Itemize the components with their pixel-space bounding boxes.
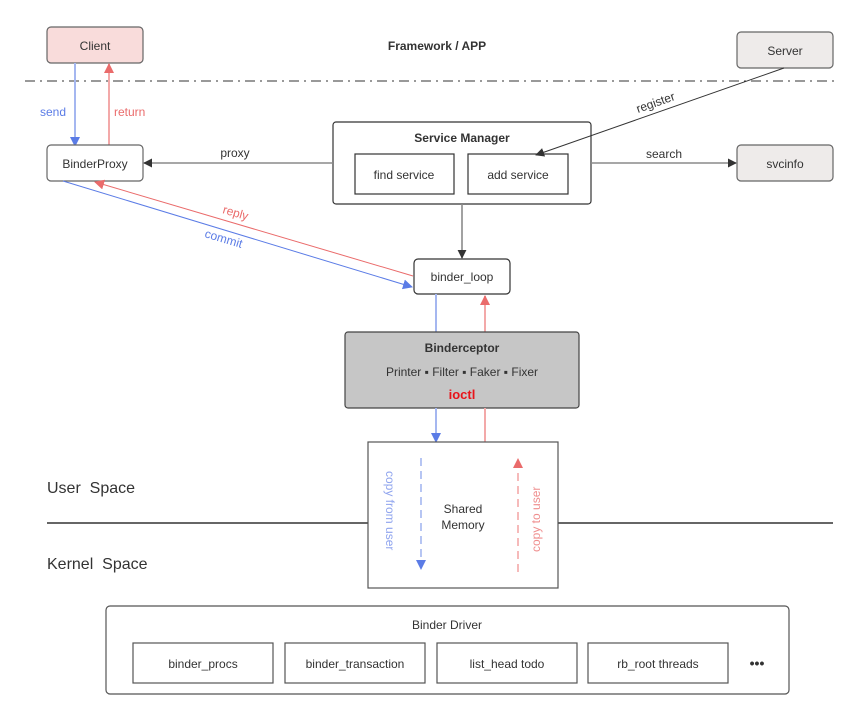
copy-to-user-label: copy to user bbox=[529, 487, 543, 552]
svcinfo-node[interactable]: svcinfo bbox=[736, 144, 834, 182]
binder-proxy-label: BinderProxy bbox=[62, 157, 127, 171]
binder-architecture-diagram: Framework / APP Client Server send retur… bbox=[25, 26, 835, 695]
binder-loop-label: binder_loop bbox=[431, 270, 494, 284]
binder-proxy-node[interactable]: BinderProxy bbox=[46, 144, 144, 182]
kernel-space-label: Kernel Space bbox=[47, 556, 148, 573]
copy-from-user-label: copy from user bbox=[383, 471, 397, 550]
driver-item-binder-procs[interactable]: binder_procs bbox=[132, 642, 274, 684]
user-space-label: User Space bbox=[47, 480, 135, 497]
driver-item-label: list_head todo bbox=[470, 657, 545, 671]
driver-item-label: rb_root threads bbox=[617, 657, 698, 671]
add-service-box[interactable]: add service bbox=[467, 153, 569, 195]
service-manager-title: Service Manager bbox=[414, 131, 510, 145]
proxy-label: proxy bbox=[220, 146, 249, 160]
driver-item-binder-transaction[interactable]: binder_transaction bbox=[284, 642, 426, 684]
driver-item-label: binder_procs bbox=[168, 657, 237, 671]
ioctl-label: ioctl bbox=[449, 387, 476, 402]
return-label: return bbox=[114, 105, 145, 119]
driver-item-rb-root-threads[interactable]: rb_root threads bbox=[587, 642, 729, 684]
find-service-label: find service bbox=[374, 168, 435, 182]
send-label: send bbox=[40, 105, 66, 119]
binder-loop-node[interactable]: binder_loop bbox=[413, 258, 511, 295]
add-service-label: add service bbox=[487, 168, 549, 182]
shared-memory-node[interactable]: Shared Memory copy from user copy to use… bbox=[367, 441, 559, 589]
server-label: Server bbox=[767, 44, 802, 58]
search-label: search bbox=[646, 147, 682, 161]
driver-item-label: binder_transaction bbox=[306, 657, 405, 671]
server-node[interactable]: Server bbox=[736, 31, 834, 69]
service-manager-node[interactable]: Service Manager find service add service bbox=[332, 121, 592, 205]
client-label: Client bbox=[80, 39, 111, 53]
register-edge bbox=[535, 67, 785, 157]
client-node[interactable]: Client bbox=[46, 26, 144, 64]
binder-driver-title: Binder Driver bbox=[412, 618, 482, 632]
binder-driver-node[interactable]: Binder Driver binder_procs binder_transa… bbox=[105, 605, 790, 695]
shared-memory-line1: Shared bbox=[444, 502, 483, 516]
find-service-box[interactable]: find service bbox=[354, 153, 455, 195]
driver-item-list-head-todo[interactable]: list_head todo bbox=[436, 642, 578, 684]
framework-app-label: Framework / APP bbox=[388, 39, 486, 53]
binderceptor-node[interactable]: Binderceptor Printer ▪ Filter ▪ Faker ▪ … bbox=[344, 331, 580, 409]
shared-memory-line2: Memory bbox=[441, 518, 484, 532]
register-label: register bbox=[634, 89, 676, 116]
more-items-ellipsis-icon: ••• bbox=[750, 655, 765, 671]
binderceptor-title: Binderceptor bbox=[425, 341, 500, 355]
binderceptor-modules: Printer ▪ Filter ▪ Faker ▪ Fixer bbox=[386, 365, 538, 379]
svcinfo-label: svcinfo bbox=[766, 157, 804, 171]
